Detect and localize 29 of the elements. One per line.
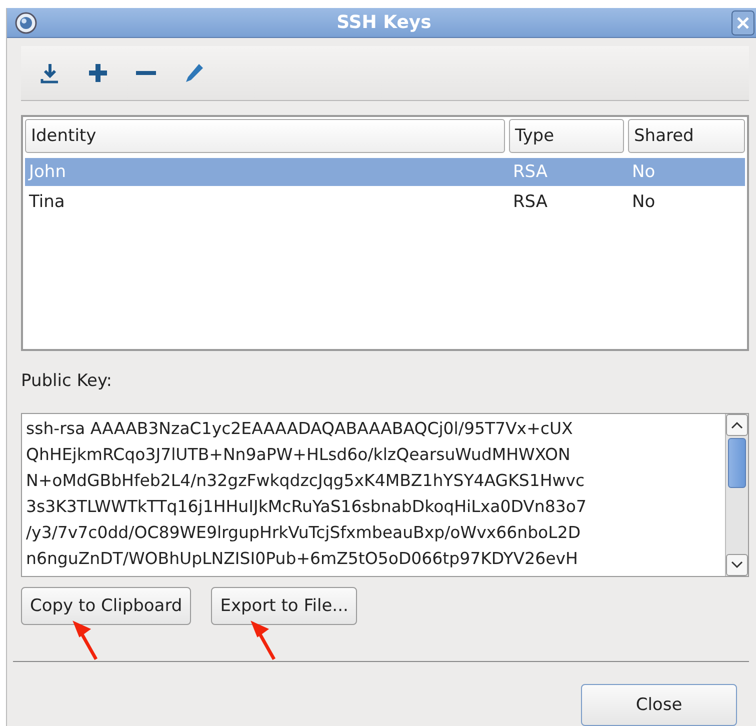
public-key-label: Public Key: <box>21 371 114 393</box>
key-text-line: ssh-rsa AAAAB3NzaC1yc2EAAAADAQABAAABAQCj0l/95T7Vx+cUX <box>26 418 574 440</box>
scroll-thumb[interactable] <box>728 438 746 488</box>
window-title: SSH Keys <box>336 12 432 33</box>
column-header[interactable]: Type <box>509 119 624 153</box>
add-icon[interactable] <box>87 62 109 84</box>
table-cell-text: John <box>27 162 67 182</box>
key-action-button[interactable]: Export to File... <box>211 587 358 626</box>
app-icon <box>15 12 37 34</box>
column-header[interactable]: Identity <box>25 119 505 153</box>
public-key-field[interactable] <box>21 413 749 577</box>
key-text-line: /y3/7v7c0dd/OC89WE9lrgupHrkVuTcjSfxmbeauBxp/oWvx66nboL2D <box>26 522 582 544</box>
table-cell-text: RSA <box>512 162 549 182</box>
close-icon[interactable] <box>731 10 755 36</box>
close-button[interactable]: Close <box>581 684 737 726</box>
key-text-line: n6nguZnDT/WOBhUpLNZISI0Pub+6mZ5tO5oD066tp97KDYV26evH <box>26 548 579 570</box>
pencil-icon[interactable] <box>183 62 205 84</box>
key-text-line: QhHEjkmRCqo3J7lUTB+Nn9aPW+HLsd6o/klzQearsuWudMHWXON <box>26 444 572 466</box>
scrollbar[interactable] <box>725 414 748 576</box>
key-text-line: 3s3K3TLWWTkTTq16j1HHuIJkMcRuYaS16sbnabDkoqHiLxa0DVn83o7 <box>26 496 588 518</box>
download-icon[interactable] <box>39 62 61 84</box>
table-row[interactable]: Tina RSA No <box>25 188 745 216</box>
column-header[interactable]: Shared <box>628 119 745 153</box>
table-cell-text: RSA <box>512 192 549 212</box>
key-text-line: N+oMdGBbHfeb2L4/n32gzFwkqdzcJqg5xK4MBZ1hYSY4AGKS1Hwvc <box>26 470 586 492</box>
table-cell-text: No <box>631 162 656 182</box>
table-cell-text: No <box>631 192 656 212</box>
table-cell-text: Tina <box>28 192 66 212</box>
key-action-button[interactable]: Copy to Clipboard <box>21 587 192 626</box>
